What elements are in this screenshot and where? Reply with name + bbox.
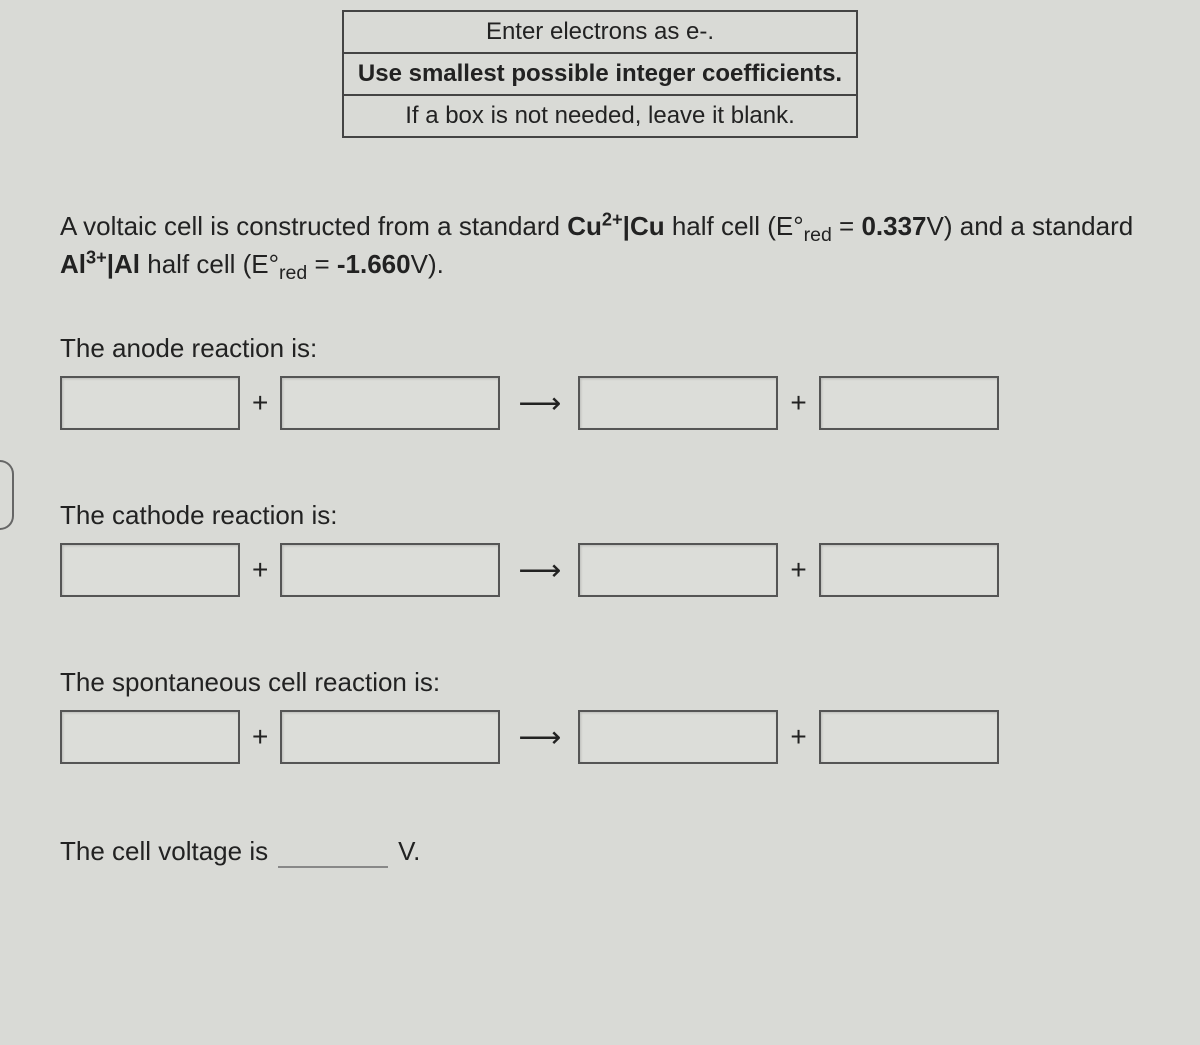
al-metal: Al	[114, 249, 140, 279]
red-sub-1: red	[804, 224, 832, 246]
plus-op: +	[790, 387, 806, 419]
spont-product-2[interactable]	[819, 710, 999, 764]
cu-metal: Cu	[630, 211, 665, 241]
anode-product-1[interactable]	[578, 376, 778, 430]
al-ion: Al3+	[60, 249, 107, 279]
cu-value: 0.337	[861, 211, 926, 241]
eq-1: =	[832, 211, 862, 241]
cu-ion: Cu2+	[567, 211, 622, 241]
cathode-product-1[interactable]	[578, 543, 778, 597]
cathode-reactant-2[interactable]	[280, 543, 500, 597]
voltage-unit: V.	[398, 836, 420, 867]
arrow-icon: ⟶	[512, 720, 566, 755]
page-edge-decoration	[0, 460, 14, 530]
cathode-product-2[interactable]	[819, 543, 999, 597]
plus-op: +	[790, 721, 806, 753]
anode-reactant-1[interactable]	[60, 376, 240, 430]
al-value: -1.660	[337, 249, 411, 279]
plus-op: +	[252, 554, 268, 586]
voltage-input[interactable]	[278, 834, 388, 868]
plus-op: +	[790, 554, 806, 586]
spontaneous-equation: + ⟶ +	[60, 710, 1140, 764]
instruction-row-3: If a box is not needed, leave it blank.	[343, 95, 857, 137]
instruction-row-2: Use smallest possible integer coefficien…	[343, 53, 857, 95]
pipe-1: |	[623, 211, 630, 241]
v-and-std: V) and a standard	[927, 211, 1134, 241]
spont-product-1[interactable]	[578, 710, 778, 764]
voltage-row: The cell voltage is V.	[60, 834, 1140, 868]
instruction-table: Enter electrons as e‑. Use smallest poss…	[342, 10, 858, 138]
pipe-2: |	[107, 249, 114, 279]
arrow-icon: ⟶	[512, 386, 566, 421]
eq-2: =	[307, 249, 337, 279]
cathode-reactant-1[interactable]	[60, 543, 240, 597]
voltage-prefix: The cell voltage is	[60, 836, 268, 867]
plus-op: +	[252, 387, 268, 419]
red-sub-2: red	[279, 262, 307, 284]
arrow-icon: ⟶	[512, 553, 566, 588]
cathode-equation: + ⟶ +	[60, 543, 1140, 597]
spont-reactant-2[interactable]	[280, 710, 500, 764]
anode-label: The anode reaction is:	[60, 333, 1140, 364]
anode-reactant-2[interactable]	[280, 376, 500, 430]
anode-equation: + ⟶ +	[60, 376, 1140, 430]
instruction-row-1: Enter electrons as e‑.	[343, 11, 857, 53]
question-page: Enter electrons as e‑. Use smallest poss…	[0, 0, 1200, 908]
spontaneous-label: The spontaneous cell reaction is:	[60, 667, 1140, 698]
cathode-label: The cathode reaction is:	[60, 500, 1140, 531]
half-cell-text-1: half cell (E°	[665, 211, 804, 241]
spont-reactant-1[interactable]	[60, 710, 240, 764]
problem-statement: A voltaic cell is constructed from a sta…	[60, 208, 1140, 283]
v-close: V).	[411, 249, 444, 279]
problem-text-prefix: A voltaic cell is constructed from a sta…	[60, 211, 567, 241]
anode-product-2[interactable]	[819, 376, 999, 430]
half-cell-text-2: half cell (E°	[140, 249, 279, 279]
plus-op: +	[252, 721, 268, 753]
